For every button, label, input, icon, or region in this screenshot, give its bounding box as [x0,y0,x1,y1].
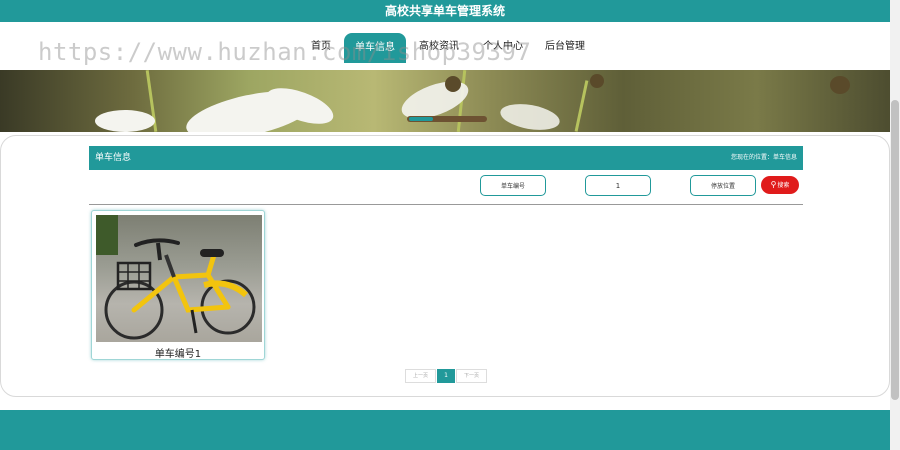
banner-daisy [498,99,562,132]
search-icon: ⚲ [770,180,777,189]
main-nav: 首页 单车信息 高校资讯 个人中心 后台管理 [0,22,890,70]
search-button-label: 搜索 [777,182,790,189]
parking-location-input[interactable] [690,175,756,196]
bike-illustration [104,238,256,340]
banner-carousel[interactable] [0,70,890,132]
site-title: 高校共享单车管理系统 [384,4,505,18]
nav-item-bike-info[interactable]: 单车信息 [344,33,406,63]
page-scrollbar[interactable] [890,0,900,450]
nav-item-personal-center[interactable]: 个人中心 [476,34,530,60]
banner-daisy [95,110,155,132]
bike-number-input[interactable] [480,175,546,196]
section-title: 单车信息 [95,153,132,163]
section-header-bar: 单车信息 您现在的位置：单车信息 [89,146,803,170]
bike-card-name: 单车编号1 [154,349,202,360]
site-title-bar: 高校共享单车管理系统 [0,0,890,22]
scrollbar-thumb[interactable] [891,100,899,400]
breadcrumb: 您现在的位置：单车信息 [730,154,797,161]
nav-item-campus-news[interactable]: 高校资讯 [412,34,466,60]
search-button[interactable]: ⚲搜索 [761,176,799,194]
nav-item-admin[interactable]: 后台管理 [538,34,592,60]
banner-stem [574,80,589,132]
carousel-indicator[interactable] [407,116,487,122]
bike-id-input[interactable] [585,175,651,196]
banner-bud [590,74,604,88]
nav-item-home[interactable]: 首页 [306,34,336,60]
divider [89,204,803,205]
next-page-button[interactable]: 下一页 [456,369,487,383]
page-1-button[interactable]: 1 [437,369,455,383]
footer [0,410,890,450]
bike-card[interactable]: 单车编号1 [91,210,265,360]
banner-bud [830,76,850,94]
prev-page-button[interactable]: 上一页 [405,369,436,383]
bike-image [96,215,262,342]
banner-bud [445,76,461,92]
carousel-indicator-active[interactable] [409,117,433,121]
